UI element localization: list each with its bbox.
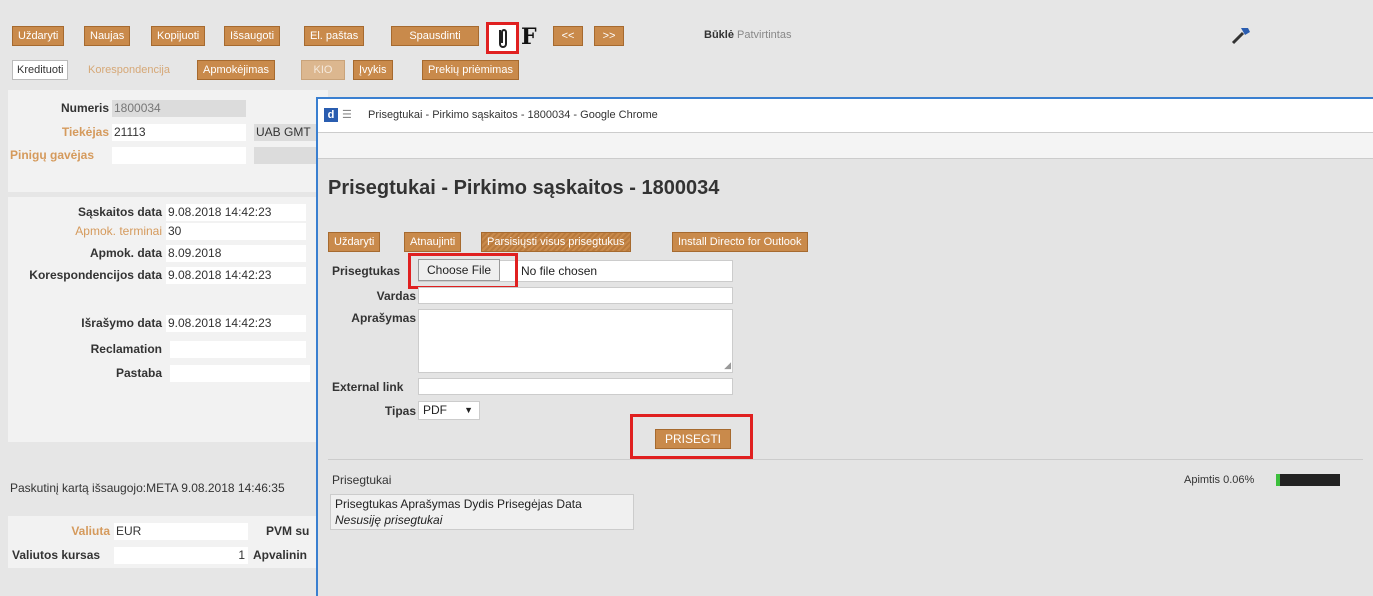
popup-titlebar: d ☰ Prisegtukai - Pirkimo sąskaitos - 18… (318, 99, 1373, 133)
payment-button[interactable]: Apmokėjimas (197, 60, 276, 80)
attachments-button[interactable] (486, 22, 519, 54)
invoice-date-label: Sąskaitos data (77, 205, 162, 219)
next-button[interactable]: >> (594, 26, 624, 46)
reclamation-label: Reclamation (90, 342, 162, 356)
description-label: Aprašymas (351, 311, 416, 325)
currency-label: Valiuta (71, 524, 110, 538)
app-logo-icon: d (324, 108, 338, 122)
status: Būklė Patvirtintas (704, 29, 791, 41)
kio-button[interactable]: KIO (301, 60, 345, 80)
number-value: 1800034 (112, 100, 246, 117)
event-button[interactable]: Įvykis (353, 60, 393, 80)
popup-heading: Prisegtukai - Pirkimo sąskaitos - 180003… (328, 177, 720, 199)
type-label: Tipas (384, 404, 416, 418)
payment-date-field[interactable]: 8.09.2018 (166, 245, 306, 262)
issue-date-label: Išrašymo data (81, 316, 162, 330)
attach-button-highlight (630, 414, 753, 459)
attachments-empty-text: Nesusiję prisegtukai (335, 513, 443, 527)
payment-terms-label: Apmok. terminai (75, 224, 162, 238)
currency-field[interactable]: EUR (114, 523, 248, 540)
note-field[interactable] (170, 365, 310, 382)
status-value: Patvirtintas (737, 29, 792, 41)
attachments-title: Prisegtukai (332, 473, 392, 487)
save-button[interactable]: Išsaugoti (224, 26, 281, 46)
refresh-button[interactable]: Atnaujinti (404, 232, 462, 252)
paperclip-icon (499, 29, 507, 48)
install-outlook-button[interactable]: Install Directo for Outlook (672, 232, 808, 252)
name-label: Vardas (376, 289, 416, 303)
prev-button[interactable]: << (553, 26, 583, 46)
tools-icon[interactable] (1230, 24, 1252, 46)
correspondence-link[interactable]: Korespondencija (88, 60, 170, 80)
reclamation-field[interactable] (170, 341, 306, 358)
external-link-field[interactable] (418, 378, 733, 395)
supplier-code-field[interactable]: 21113 (112, 124, 246, 141)
vat-label: PVM su (266, 524, 310, 538)
file-label: Prisegtukas (332, 264, 401, 278)
attachments-popup: d ☰ Prisegtukai - Pirkimo sąskaitos - 18… (316, 97, 1373, 596)
type-select-value: PDF (423, 403, 447, 417)
close-button[interactable]: Uždaryti (12, 26, 65, 46)
payee-field[interactable] (112, 147, 246, 164)
resize-grip-icon: ◢ (724, 360, 731, 370)
external-link-label: External link (332, 380, 404, 394)
goods-receipt-button[interactable]: Prekių priėmimas (422, 60, 519, 80)
print-button[interactable]: Spausdinti (391, 26, 479, 46)
usage-text: Apimtis 0.06% (1184, 474, 1255, 486)
popup-close-button[interactable]: Uždaryti (328, 232, 381, 252)
number-label: Numeris (60, 101, 109, 115)
correspondence-date-label: Korespondencijos data (29, 268, 162, 282)
email-button[interactable]: El. paštas (304, 26, 365, 46)
download-all-button[interactable]: Parsisiųsti visus prisegtukus (481, 232, 631, 252)
usage-bar (1276, 474, 1340, 486)
choose-file-highlight (408, 253, 518, 289)
exchange-rate-field[interactable]: 1 (114, 547, 248, 564)
last-saved-text: Paskutinį kartą išsaugojo:META 9.08.2018… (10, 481, 285, 495)
description-field[interactable]: ◢ (418, 309, 733, 373)
status-label: Būklė (704, 29, 734, 41)
type-select[interactable]: PDF ▼ (418, 401, 480, 420)
attachments-table: Prisegtukas Aprašymas Dydis Prisegėjas D… (330, 494, 634, 530)
popup-address-bar (318, 133, 1373, 159)
payee-name-field (254, 147, 324, 164)
usage-bar-fill (1276, 474, 1280, 486)
popup-window-title: Prisegtukai - Pirkimo sąskaitos - 180003… (368, 109, 658, 121)
note-label: Pastaba (115, 366, 162, 380)
supplier-label: Tiekėjas (61, 125, 109, 139)
issue-date-field[interactable]: 9.08.2018 14:42:23 (166, 315, 306, 332)
menu-lines-icon: ☰ (342, 109, 352, 121)
rounding-label: Apvalinin (253, 548, 308, 562)
supplier-name-field: UAB GMT (254, 124, 324, 141)
payee-label: Pinigų gavėjas (10, 148, 95, 162)
payment-terms-field[interactable]: 30 (166, 223, 306, 240)
correspondence-date-field[interactable]: 9.08.2018 14:42:23 (166, 267, 306, 284)
new-button[interactable]: Naujas (84, 26, 131, 46)
chevron-down-icon: ▼ (464, 405, 473, 415)
copy-button[interactable]: Kopijuoti (151, 26, 206, 46)
name-field[interactable] (418, 287, 733, 304)
invoice-date-field[interactable]: 9.08.2018 14:42:23 (166, 204, 306, 221)
f-button[interactable]: F (521, 24, 537, 50)
credit-button[interactable]: Kredituoti (12, 60, 69, 80)
attachments-table-header: Prisegtukas Aprašymas Dydis Prisegėjas D… (335, 497, 582, 511)
divider (328, 459, 1363, 460)
payment-date-label: Apmok. data (89, 246, 162, 260)
exchange-rate-label: Valiutos kursas (12, 548, 101, 562)
no-file-text: No file chosen (521, 264, 598, 278)
